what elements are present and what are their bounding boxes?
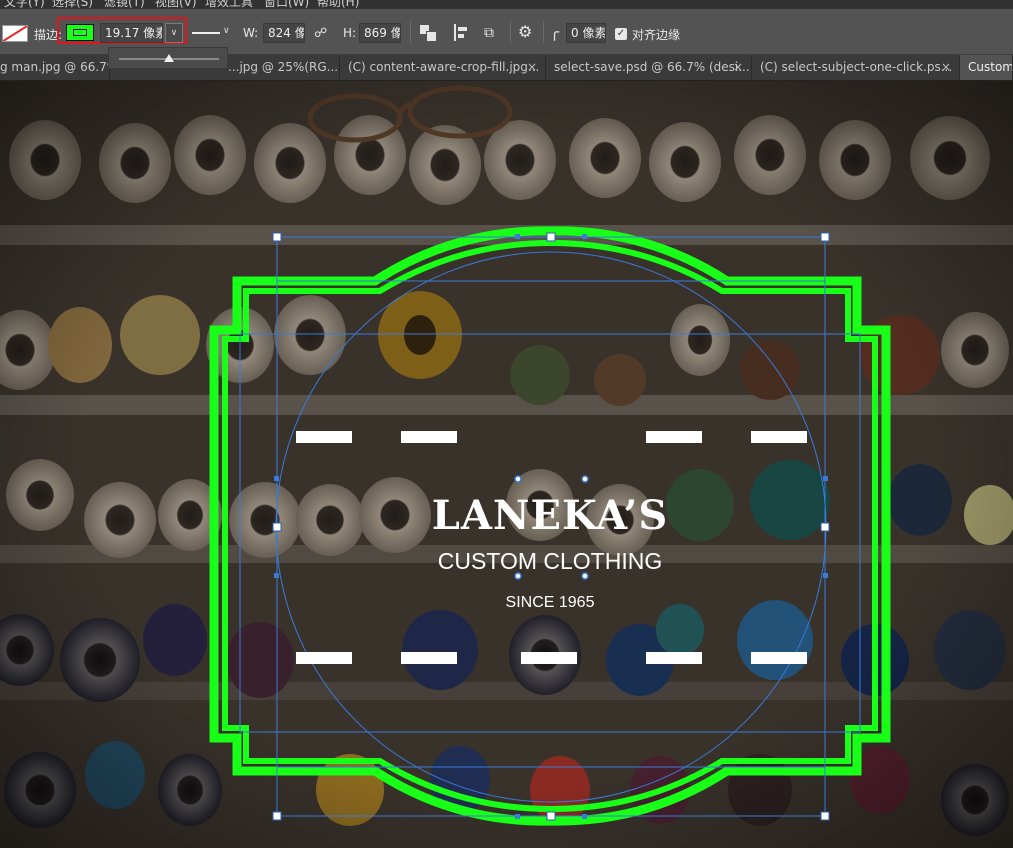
stroke-width-field[interactable]: 19.17 像素: [100, 23, 163, 43]
tab-document-2[interactable]: ...jpg @ 25%(RG...: [216, 55, 340, 80]
height-field[interactable]: 869 像!: [359, 23, 401, 43]
path-arrangement-icon[interactable]: ⧉: [484, 26, 494, 40]
canvas-artwork: [0, 81, 1013, 848]
width-field[interactable]: 824 像!: [263, 23, 305, 43]
stroke-type-dropdown[interactable]: ∨: [189, 23, 235, 43]
tab-document-3[interactable]: (C) content-aware-crop-fill.jpg... ×: [340, 55, 546, 80]
link-icon[interactable]: ☍: [314, 27, 327, 41]
logo-title: LANEKA’S: [431, 492, 669, 539]
menu-window[interactable]: 窗口(W): [264, 0, 309, 9]
tab-document-5[interactable]: (C) select-subject-one-click.ps... ×: [752, 55, 960, 80]
logo-subtitle: CUSTOM CLOTHING: [437, 548, 663, 574]
path-alignment-icon[interactable]: [454, 24, 470, 42]
tab-document-1[interactable]: g man.jpg @ 66.7% (: [0, 55, 110, 80]
document-canvas[interactable]: LANEKA’S CUSTOM CLOTHING SINCE 1965: [0, 81, 1013, 848]
menu-bar: 文字(Y) 选择(S) 滤镜(T) 视图(V) 增效工具 窗口(W) 帮助(H): [0, 0, 1013, 9]
align-edges-checkbox[interactable]: ✓: [615, 28, 627, 40]
height-label: H:: [343, 26, 357, 40]
menu-help[interactable]: 帮助(H): [317, 0, 359, 9]
path-operations-icon[interactable]: [420, 25, 437, 42]
align-edges-label: 对齐边缘: [632, 28, 681, 42]
stroke-width-dropdown[interactable]: ∨: [165, 23, 183, 43]
close-icon[interactable]: ×: [941, 55, 951, 79]
stroke-color-swatch[interactable]: [66, 24, 94, 41]
menu-select[interactable]: 选择(S): [52, 0, 93, 9]
menu-plugins[interactable]: 增效工具: [205, 0, 253, 9]
width-label: W:: [243, 26, 259, 40]
stroke-width-slider-thumb[interactable]: [164, 54, 174, 62]
close-icon[interactable]: ×: [527, 55, 537, 79]
menu-type[interactable]: 文字(Y): [4, 0, 45, 9]
corner-radius-field[interactable]: 0 像素: [566, 23, 606, 43]
logo-since: SINCE 1965: [505, 594, 595, 611]
menu-filter[interactable]: 滤镜(T): [104, 0, 145, 9]
stroke-width-slider-popup: [108, 47, 228, 69]
tab-document-4[interactable]: select-save.psd @ 66.7% (desi... ×: [546, 55, 752, 80]
gear-icon[interactable]: ⚙: [518, 24, 532, 40]
fill-swatch[interactable]: [2, 25, 28, 42]
corner-radius-icon: ╭: [550, 23, 560, 41]
close-icon[interactable]: ×: [733, 55, 743, 79]
menu-view[interactable]: 视图(V): [155, 0, 197, 9]
tab-document-active[interactable]: Custom_: [960, 55, 1013, 80]
